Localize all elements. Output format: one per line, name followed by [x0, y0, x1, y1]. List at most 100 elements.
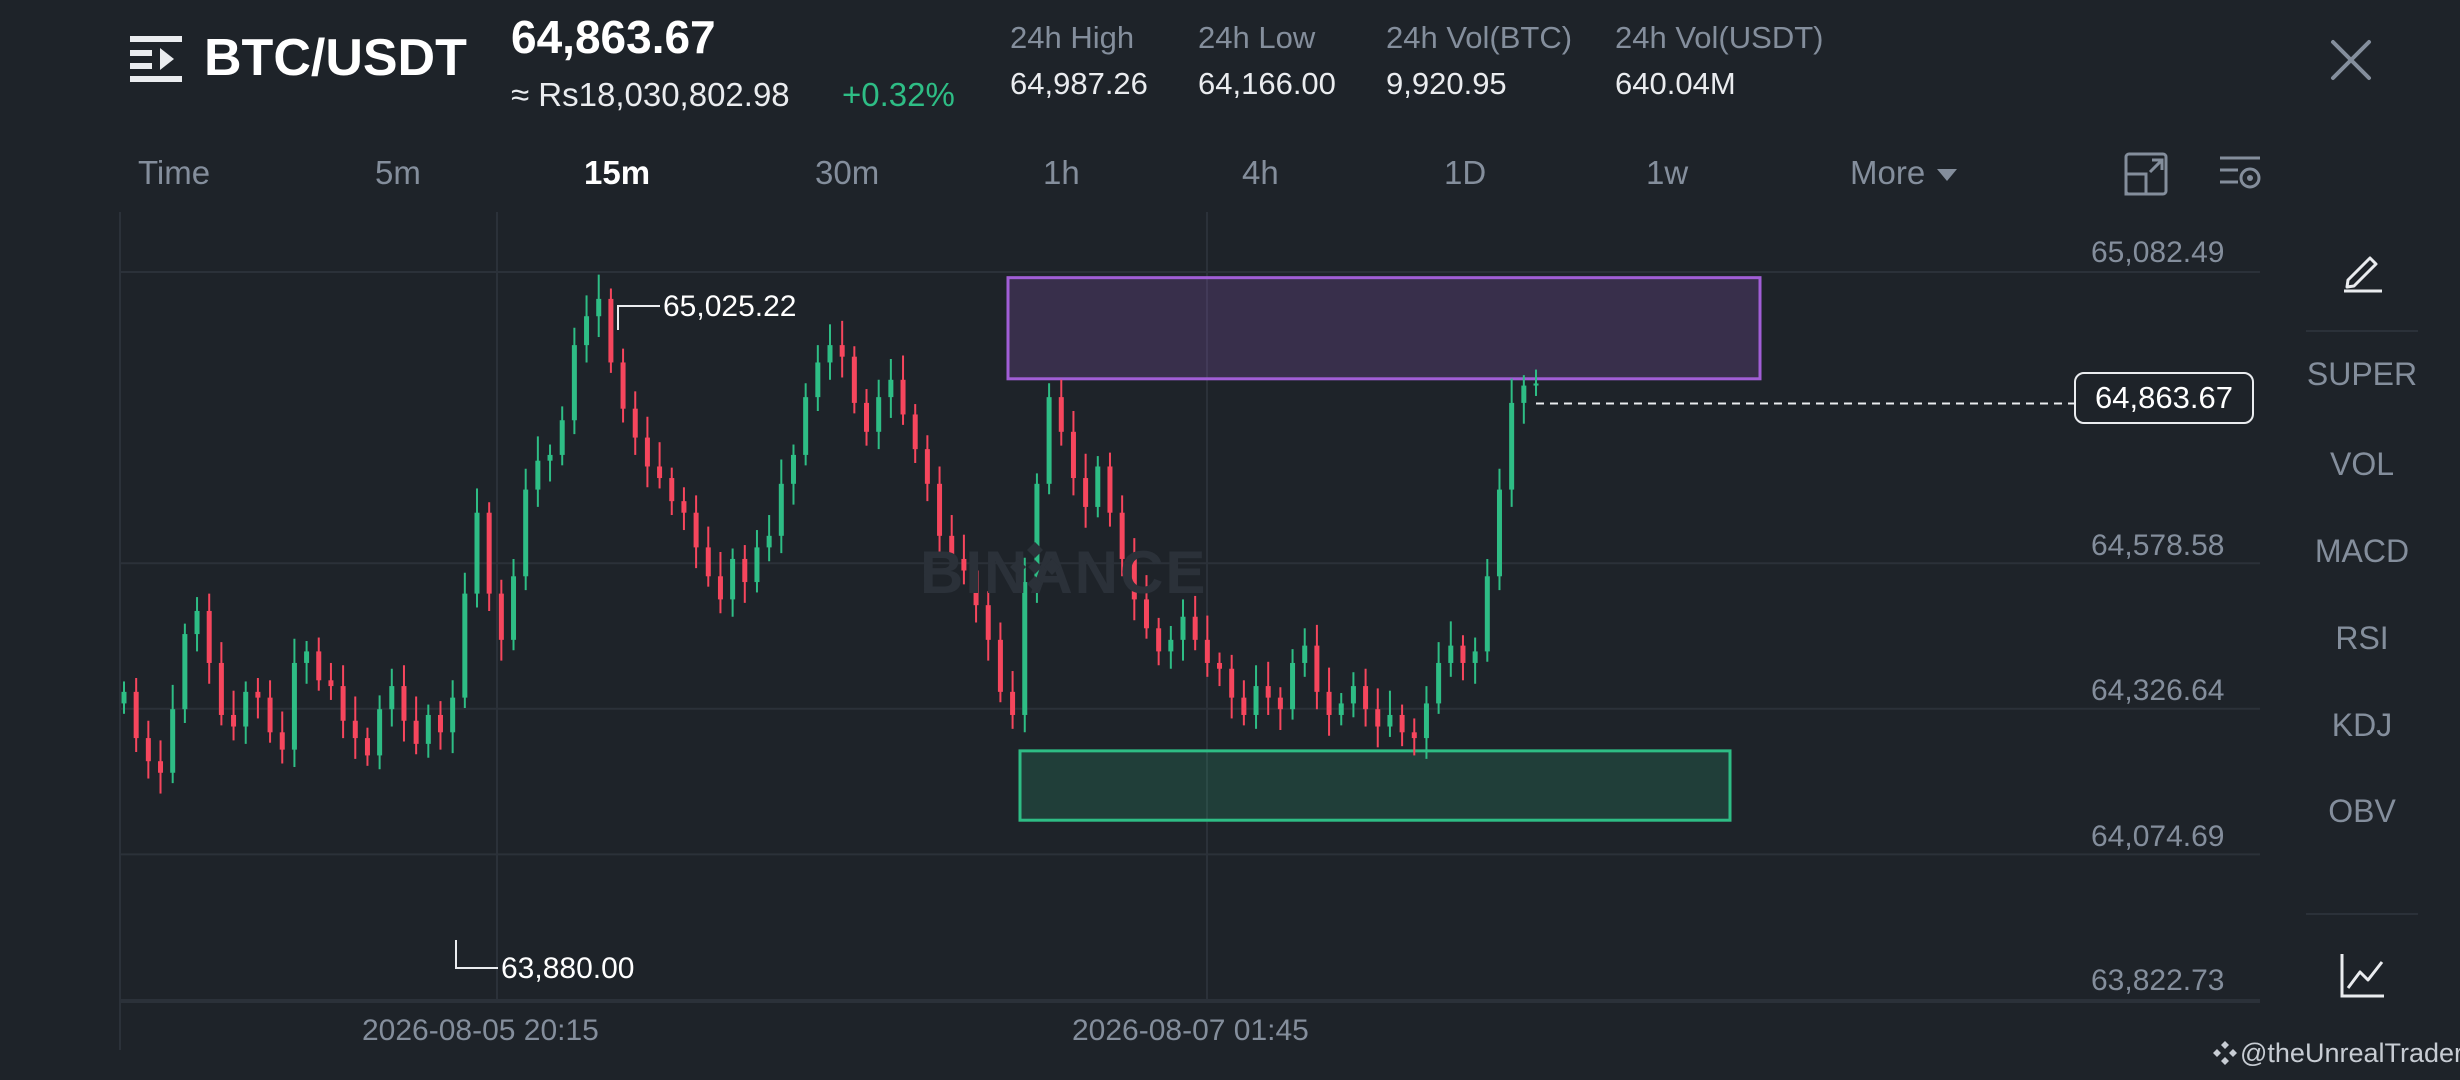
candle-body — [1010, 691, 1016, 715]
candle-body — [1302, 645, 1308, 663]
candle-body — [206, 610, 212, 663]
candle-body — [827, 345, 833, 363]
candle-body — [1107, 466, 1113, 513]
candle-body — [681, 501, 687, 513]
candle-body — [1521, 385, 1527, 403]
candle-body — [815, 362, 821, 398]
candle-body — [1229, 668, 1235, 698]
candle-body — [1460, 645, 1466, 663]
candle-body — [291, 662, 297, 750]
candle-body — [1046, 397, 1052, 484]
candle-body — [1496, 489, 1502, 577]
current-price-tag: 64,863.67 — [2074, 372, 2254, 424]
candle-body — [364, 738, 370, 756]
resistance-zone — [1006, 276, 1762, 381]
candle-body — [608, 298, 614, 363]
candle-body — [133, 691, 139, 739]
candle-body — [657, 466, 663, 479]
pencil-draw-icon[interactable] — [2338, 244, 2388, 294]
candle-body — [413, 720, 419, 744]
candle-body — [754, 547, 760, 583]
candle-body — [717, 576, 723, 600]
candle-body — [1387, 714, 1393, 727]
candle-body — [669, 478, 675, 502]
indicator-kdj[interactable]: KDJ — [2300, 707, 2424, 744]
candle-body — [559, 420, 565, 455]
candle-body — [1533, 383, 1539, 386]
candle-body — [389, 686, 395, 710]
binance-square-icon — [2213, 1041, 2237, 1065]
chart-line-icon[interactable] — [2338, 950, 2388, 1000]
candle-body — [1192, 616, 1198, 640]
candle-body — [352, 720, 358, 739]
candle-body — [730, 558, 736, 600]
indicator-obv[interactable]: OBV — [2300, 793, 2424, 830]
divider — [2306, 913, 2418, 915]
candle-body — [997, 639, 1003, 692]
candle-body — [693, 512, 699, 548]
candle-body — [1326, 691, 1332, 715]
y-axis-label: 64,074.69 — [2091, 820, 2225, 853]
watermark-credit: @theUnrealTrader — [2240, 1038, 2460, 1068]
candle-body — [1070, 431, 1076, 479]
candle-body — [1156, 628, 1162, 652]
candle-body — [474, 512, 480, 594]
candle-body — [182, 634, 188, 710]
candle-body — [1436, 662, 1442, 704]
candle-body — [267, 697, 273, 733]
high-marker-label: 65,025.22 — [663, 290, 797, 323]
candle-body — [1180, 616, 1186, 640]
candle-body — [985, 605, 991, 640]
candle-body — [316, 651, 322, 681]
y-axis-label: 64,326.64 — [2091, 674, 2225, 707]
indicator-macd[interactable]: MACD — [2300, 533, 2424, 570]
candle-body — [535, 460, 541, 490]
candle-body — [1375, 709, 1381, 727]
candle-body — [1253, 686, 1259, 715]
candle-body — [218, 662, 224, 715]
candle-body — [839, 345, 845, 357]
y-axis-label: 63,822.73 — [2091, 964, 2225, 997]
candle-body — [1241, 697, 1247, 715]
candle-body — [1411, 732, 1417, 739]
candle-body — [790, 454, 796, 484]
candle-body — [1472, 651, 1478, 663]
candle-body — [401, 686, 407, 721]
candle-body — [450, 697, 456, 733]
candle-body — [937, 483, 943, 536]
indicator-rsi[interactable]: RSI — [2300, 620, 2424, 657]
candle-body — [705, 547, 711, 577]
candle-body — [644, 437, 650, 467]
candle-body — [1058, 397, 1064, 432]
candle-body — [1095, 466, 1101, 507]
candle-body — [1204, 639, 1210, 663]
candle-body — [620, 362, 626, 409]
candle-body — [1484, 576, 1490, 652]
candle-body — [766, 535, 772, 548]
candle-body — [742, 558, 748, 583]
binance-logo-icon — [1010, 542, 1060, 592]
candle-body — [243, 691, 249, 727]
candle-body — [1168, 639, 1174, 652]
support-zone — [1018, 749, 1732, 822]
candle-body — [1338, 703, 1344, 715]
candle-body — [231, 714, 237, 727]
candle-body — [1290, 662, 1296, 710]
candle-body — [511, 576, 517, 640]
candle-body — [328, 680, 334, 687]
candle-body — [170, 709, 176, 773]
candle-body — [121, 691, 127, 704]
low-marker-label: 63,880.00 — [501, 952, 635, 985]
candle-body — [523, 489, 529, 577]
candle-body — [1083, 478, 1089, 507]
candle-body — [1363, 686, 1369, 710]
candle-body — [1217, 662, 1223, 669]
indicator-super[interactable]: SUPER — [2300, 356, 2424, 393]
close-icon[interactable] — [2325, 34, 2377, 86]
candle-body — [498, 593, 504, 640]
x-axis-label: 2026-08-05 20:15 — [362, 1014, 599, 1047]
indicator-vol[interactable]: VOL — [2300, 446, 2424, 483]
candle-body — [778, 483, 784, 536]
candle-body — [547, 454, 553, 461]
candle-body — [279, 732, 285, 750]
